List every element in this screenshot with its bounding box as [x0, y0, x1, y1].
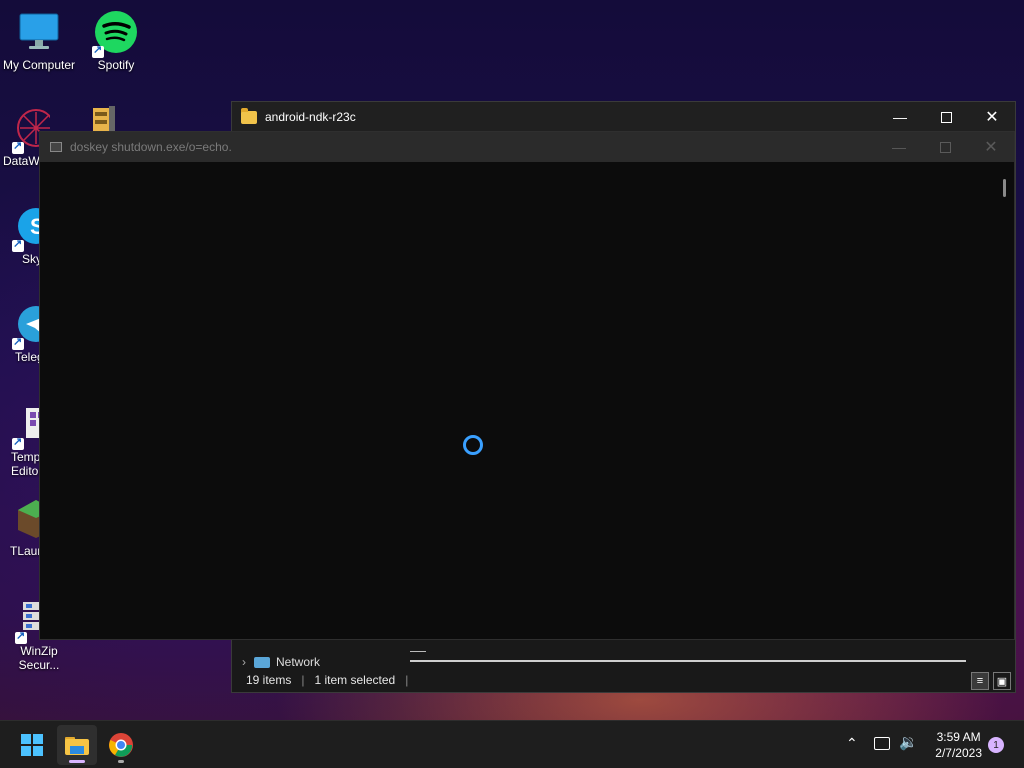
shortcut-arrow-icon — [15, 629, 27, 644]
network-status-icon[interactable] — [874, 737, 890, 750]
desktop-icon-my-computer[interactable]: My Computer — [0, 10, 78, 72]
folder-icon — [241, 107, 257, 124]
console-app-icon — [50, 142, 62, 152]
spotify-icon — [92, 10, 138, 58]
shortcut-arrow-icon — [12, 139, 24, 154]
taskbar-chrome[interactable] — [101, 725, 141, 765]
shortcut-arrow-icon — [12, 435, 24, 450]
progress-tick — [410, 651, 426, 652]
open-indicator — [118, 760, 124, 763]
file-explorer-icon — [65, 737, 89, 755]
tiles-view-button[interactable]: ▣ — [993, 672, 1011, 690]
console-titlebar[interactable]: doskey shutdown.exe/o=echo. — [40, 132, 1014, 162]
console-minimize-button[interactable]: — — [876, 132, 922, 162]
volume-icon[interactable]: 🔉 — [899, 733, 918, 751]
windows-logo-icon — [21, 734, 43, 756]
nav-item-label: Network — [276, 655, 321, 669]
nav-item-network[interactable]: › Network — [242, 655, 320, 669]
progress-line — [410, 660, 966, 662]
desktop-icon-label: WinZip Secur... — [18, 644, 60, 672]
clock-date: 2/7/2023 — [935, 746, 982, 760]
status-divider: | — [405, 673, 409, 687]
status-selection: 1 item selected — [314, 673, 396, 687]
maximize-icon — [940, 111, 952, 123]
console-maximize-button[interactable] — [922, 132, 968, 162]
close-button[interactable]: ✕ — [969, 102, 1015, 132]
shortcut-arrow-icon — [92, 43, 104, 58]
monitor-icon — [17, 10, 61, 54]
console-window[interactable]: doskey shutdown.exe/o=echo. — ✕ — [39, 131, 1015, 640]
status-divider: | — [301, 673, 305, 687]
maximize-icon — [939, 141, 951, 153]
chevron-right-icon: › — [242, 655, 246, 669]
console-close-button[interactable]: ✕ — [968, 132, 1014, 162]
network-icon — [254, 656, 270, 668]
show-hidden-icons-button[interactable]: ⌃ — [846, 735, 858, 752]
console-scrollbar[interactable] — [1003, 179, 1006, 197]
status-item-count: 19 items — [246, 673, 292, 687]
loading-spinner-icon — [463, 435, 483, 455]
minimize-button[interactable]: — — [877, 102, 923, 132]
shortcut-arrow-icon — [12, 335, 24, 350]
taskbar: ⌃ 🔉 3:59 AM 2/7/2023 1 — [0, 720, 1024, 768]
clock[interactable]: 3:59 AM 2/7/2023 — [935, 729, 982, 761]
explorer-statusbar: 19 items | 1 item selected | — [232, 668, 1015, 692]
shortcut-arrow-icon — [12, 237, 24, 252]
active-indicator — [69, 760, 85, 763]
start-button[interactable] — [12, 725, 52, 765]
desktop-icon-spotify[interactable]: Spotify — [77, 10, 155, 72]
details-view-button[interactable]: ≡ — [971, 672, 989, 690]
taskbar-file-explorer[interactable] — [57, 725, 97, 765]
chrome-icon — [109, 733, 133, 757]
notification-badge[interactable]: 1 — [988, 737, 1004, 753]
console-title: doskey shutdown.exe/o=echo. — [70, 140, 232, 154]
clock-time: 3:59 AM — [936, 730, 981, 744]
maximize-button[interactable] — [923, 102, 969, 132]
desktop-icon-label: My Computer — [2, 58, 76, 72]
desktop-icon-label: Spotify — [97, 58, 135, 72]
explorer-title: android-ndk-r23c — [265, 110, 356, 124]
